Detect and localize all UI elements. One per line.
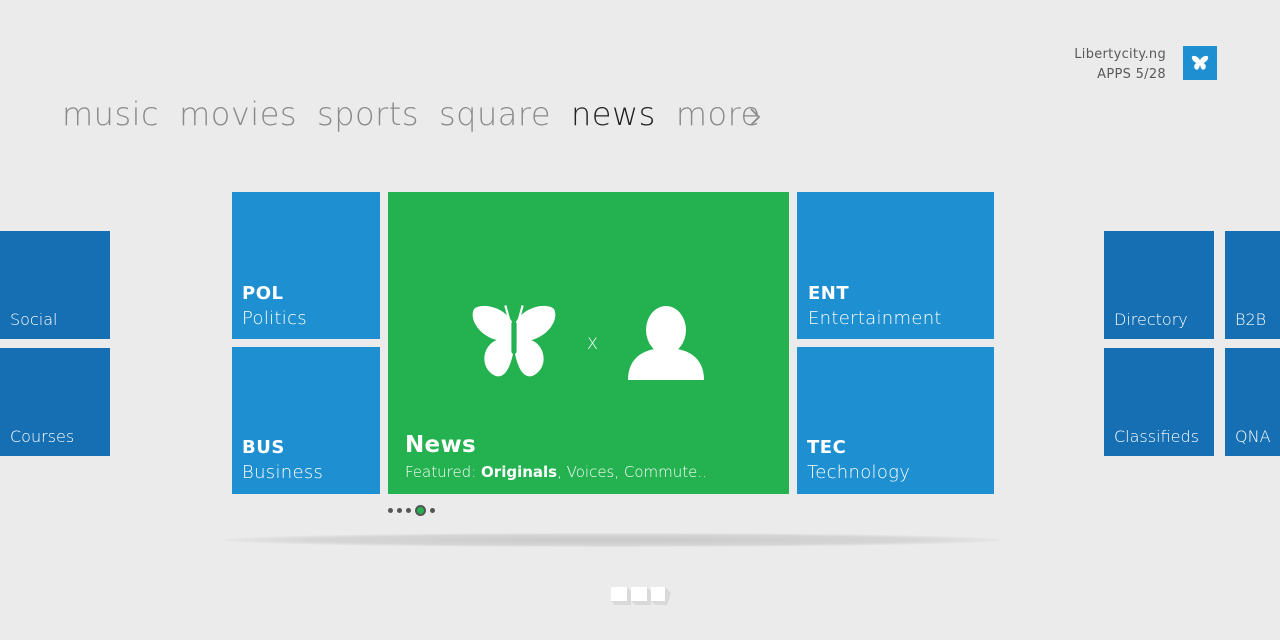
nav-item-square[interactable]: square <box>439 95 551 133</box>
pager-dot[interactable] <box>406 508 411 513</box>
tile-title: News <box>405 432 476 458</box>
nav-item-news[interactable]: news <box>571 95 656 133</box>
tile-news-featured[interactable]: X News Featured: Originals, Voices, Comm… <box>388 192 789 494</box>
pager-dot-active[interactable] <box>415 505 426 516</box>
butterfly-icon <box>472 305 556 377</box>
pager-dot[interactable] <box>397 508 402 513</box>
tile-label: Technology <box>807 462 911 483</box>
floor-shadow <box>224 533 1002 547</box>
tile-label: Business <box>242 462 324 483</box>
tile-code: ENT <box>808 283 850 304</box>
category-nav: music movies sports square news more <box>62 95 761 133</box>
butterfly-icon <box>1191 55 1209 70</box>
tile-code: TEC <box>807 437 847 458</box>
app-screen: Libertycity.ng APPS 5/28 music movies sp… <box>0 0 1280 640</box>
tile-label: Entertainment <box>808 308 942 329</box>
featured-highlight[interactable]: Originals <box>481 463 557 481</box>
tile-business[interactable]: BUS Business <box>232 347 380 494</box>
nav-item-movies[interactable]: movies <box>179 95 297 133</box>
brand-logo-icon <box>609 585 673 607</box>
nav-item-sports[interactable]: sports <box>317 95 419 133</box>
tile-technology[interactable]: TEC Technology <box>797 347 994 494</box>
tile-label: B2B <box>1235 310 1267 329</box>
tile-label: QNA <box>1235 427 1271 446</box>
user-icon <box>628 306 704 380</box>
nav-item-more-wrap: more <box>676 95 761 133</box>
apps-counter: APPS 5/28 <box>1097 67 1166 82</box>
tile-label: Classifieds <box>1114 427 1199 446</box>
tile-courses[interactable]: Courses <box>0 348 110 456</box>
x-separator: X <box>587 334 598 353</box>
featured-rest: , Voices, Commute.. <box>557 463 707 481</box>
site-name: Libertycity.ng <box>1074 47 1166 62</box>
tile-social[interactable]: Social <box>0 231 110 339</box>
tile-code: POL <box>242 283 284 304</box>
tile-code: BUS <box>242 437 285 458</box>
tile-entertainment[interactable]: ENT Entertainment <box>797 192 994 339</box>
account-info: Libertycity.ng APPS 5/28 <box>1074 45 1166 85</box>
featured-line: Featured: Originals, Voices, Commute.. <box>405 463 707 481</box>
chevron-right-icon[interactable] <box>749 107 761 127</box>
nav-item-music[interactable]: music <box>62 95 159 133</box>
tile-label: Politics <box>242 308 307 329</box>
tile-label: Courses <box>10 427 75 446</box>
tile-politics[interactable]: POL Politics <box>232 192 380 339</box>
tile-b2b[interactable]: B2B <box>1225 231 1280 339</box>
account-logo[interactable] <box>1183 46 1217 80</box>
tile-classifieds[interactable]: Classifieds <box>1104 348 1214 456</box>
tile-directory[interactable]: Directory <box>1104 231 1214 339</box>
tile-qna[interactable]: QNA <box>1225 348 1280 456</box>
featured-prefix: Featured: <box>405 463 477 481</box>
pager-dot[interactable] <box>388 508 393 513</box>
tile-label: Directory <box>1114 310 1188 329</box>
pager-dot[interactable] <box>430 508 435 513</box>
tile-label: Social <box>10 310 58 329</box>
brand-logo-icon <box>611 587 671 605</box>
pager-dots <box>388 505 435 516</box>
